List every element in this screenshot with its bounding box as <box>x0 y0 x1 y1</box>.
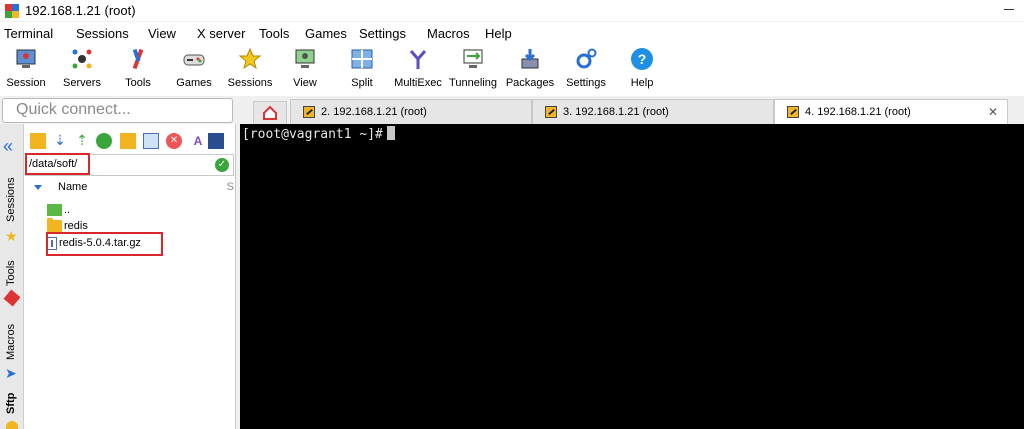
confirm-path-icon[interactable]: ✓ <box>215 158 229 172</box>
minimize-button[interactable] <box>1004 9 1014 10</box>
mobaxterm-logo-icon <box>5 3 19 18</box>
multiexec-icon <box>409 50 427 69</box>
packages-button[interactable]: Packages <box>506 44 554 96</box>
upload-icon[interactable]: ⇡ <box>74 133 90 149</box>
quick-connect-input[interactable]: Quick connect... <box>2 98 233 123</box>
column-separator: S <box>226 181 234 193</box>
sftp-column-header: Name S <box>24 179 236 197</box>
menu-terminal[interactable]: Terminal <box>4 26 53 41</box>
split-icon <box>351 49 373 69</box>
games-button[interactable]: Games <box>172 44 216 96</box>
main-toolbar: Session Servers Tools Games Sessions Vie… <box>0 44 1024 96</box>
tunneling-button[interactable]: Tunneling <box>448 44 498 96</box>
download-icon[interactable]: ⇣ <box>52 133 68 149</box>
collapse-chevron-icon[interactable]: « <box>3 137 13 155</box>
properties-icon[interactable] <box>208 133 224 149</box>
view-icon <box>295 49 315 68</box>
parent-folder-icon <box>47 204 62 216</box>
side-tab-sftp[interactable]: Sftp <box>5 393 17 414</box>
macros-send-icon: ➤ <box>5 365 17 381</box>
sftp-globe-icon <box>6 421 18 429</box>
games-icon <box>183 54 205 66</box>
ssh-session-icon <box>545 106 557 118</box>
side-tab-sessions[interactable]: Sessions <box>5 177 17 222</box>
file-highlight-box <box>46 232 163 256</box>
window-title: 192.168.1.21 (root) <box>25 3 136 18</box>
sort-down-icon[interactable] <box>34 185 42 190</box>
menu-bar: Terminal Sessions View X server Tools Ga… <box>0 22 1024 44</box>
side-tab-bar: « Sessions ★ Tools Macros ➤ Sftp <box>0 124 24 429</box>
split-button[interactable]: Split <box>342 44 382 96</box>
tools-button[interactable]: Tools <box>116 44 160 96</box>
home-tab[interactable] <box>253 101 287 124</box>
menu-settings[interactable]: Settings <box>359 26 406 41</box>
menu-help[interactable]: Help <box>485 26 512 41</box>
home-icon <box>263 105 277 120</box>
delete-icon[interactable]: ✕ <box>166 133 182 149</box>
path-highlight-box <box>25 153 90 175</box>
multiexec-button[interactable]: MultiExec <box>393 44 443 96</box>
sftp-panel: ⇣ ⇡ ✕ A /data/soft/ ✓ Name S .. redis re… <box>24 124 236 429</box>
sessions-star-icon <box>238 47 262 70</box>
title-bar: 192.168.1.21 (root) <box>0 0 1024 21</box>
menu-x-server[interactable]: X server <box>197 26 245 41</box>
shell-prompt: [root@vagrant1 ~]# <box>242 127 383 142</box>
side-tab-macros[interactable]: Macros <box>5 324 17 360</box>
sessions-button[interactable]: Sessions <box>227 44 273 96</box>
tab-session-2[interactable]: 2. 192.168.1.21 (root) <box>290 99 532 124</box>
tools-icon <box>132 48 144 70</box>
servers-icon <box>72 49 92 69</box>
packages-icon <box>521 49 539 69</box>
menu-games[interactable]: Games <box>305 26 347 41</box>
parent-folder-icon[interactable] <box>30 133 46 149</box>
sftp-toolbar: ⇣ ⇡ ✕ A <box>24 124 236 154</box>
tab-session-4[interactable]: 4. 192.168.1.21 (root) ✕ <box>774 99 1008 124</box>
session-button[interactable]: Session <box>5 44 47 96</box>
file-row-parent[interactable]: .. <box>47 202 70 218</box>
refresh-icon[interactable] <box>96 133 112 149</box>
view-button[interactable]: View <box>285 44 325 96</box>
side-tab-tools[interactable]: Tools <box>5 260 17 286</box>
menu-sessions[interactable]: Sessions <box>76 26 129 41</box>
terminal-line: [root@vagrant1 ~]# <box>242 126 395 142</box>
name-column-header[interactable]: Name <box>58 181 87 193</box>
terminal-cursor <box>386 126 395 140</box>
menu-macros[interactable]: Macros <box>427 26 470 41</box>
svg-text:?: ? <box>638 51 647 67</box>
tools-side-icon <box>3 289 21 307</box>
menu-tools[interactable]: Tools <box>259 26 289 41</box>
ssh-session-icon <box>303 106 315 118</box>
ssh-session-icon <box>787 106 799 118</box>
session-icon <box>16 49 36 68</box>
rename-icon[interactable]: A <box>190 133 206 149</box>
tunneling-icon <box>463 49 483 68</box>
new-file-icon[interactable] <box>143 133 159 149</box>
settings-button[interactable]: Settings <box>564 44 608 96</box>
settings-icon <box>576 48 597 69</box>
terminal-area[interactable]: [root@vagrant1 ~]# <box>240 124 1024 429</box>
help-icon: ? <box>631 48 653 70</box>
tab-strip: 2. 192.168.1.21 (root) 3. 192.168.1.21 (… <box>240 97 1024 124</box>
help-button[interactable]: ? Help <box>624 44 660 96</box>
tab-session-3[interactable]: 3. 192.168.1.21 (root) <box>532 99 774 124</box>
close-tab-icon[interactable]: ✕ <box>988 105 998 119</box>
menu-view[interactable]: View <box>148 26 176 41</box>
folder-icon <box>47 218 62 232</box>
new-folder-icon[interactable] <box>120 133 136 149</box>
star-icon: ★ <box>5 228 18 244</box>
servers-button[interactable]: Servers <box>58 44 106 96</box>
